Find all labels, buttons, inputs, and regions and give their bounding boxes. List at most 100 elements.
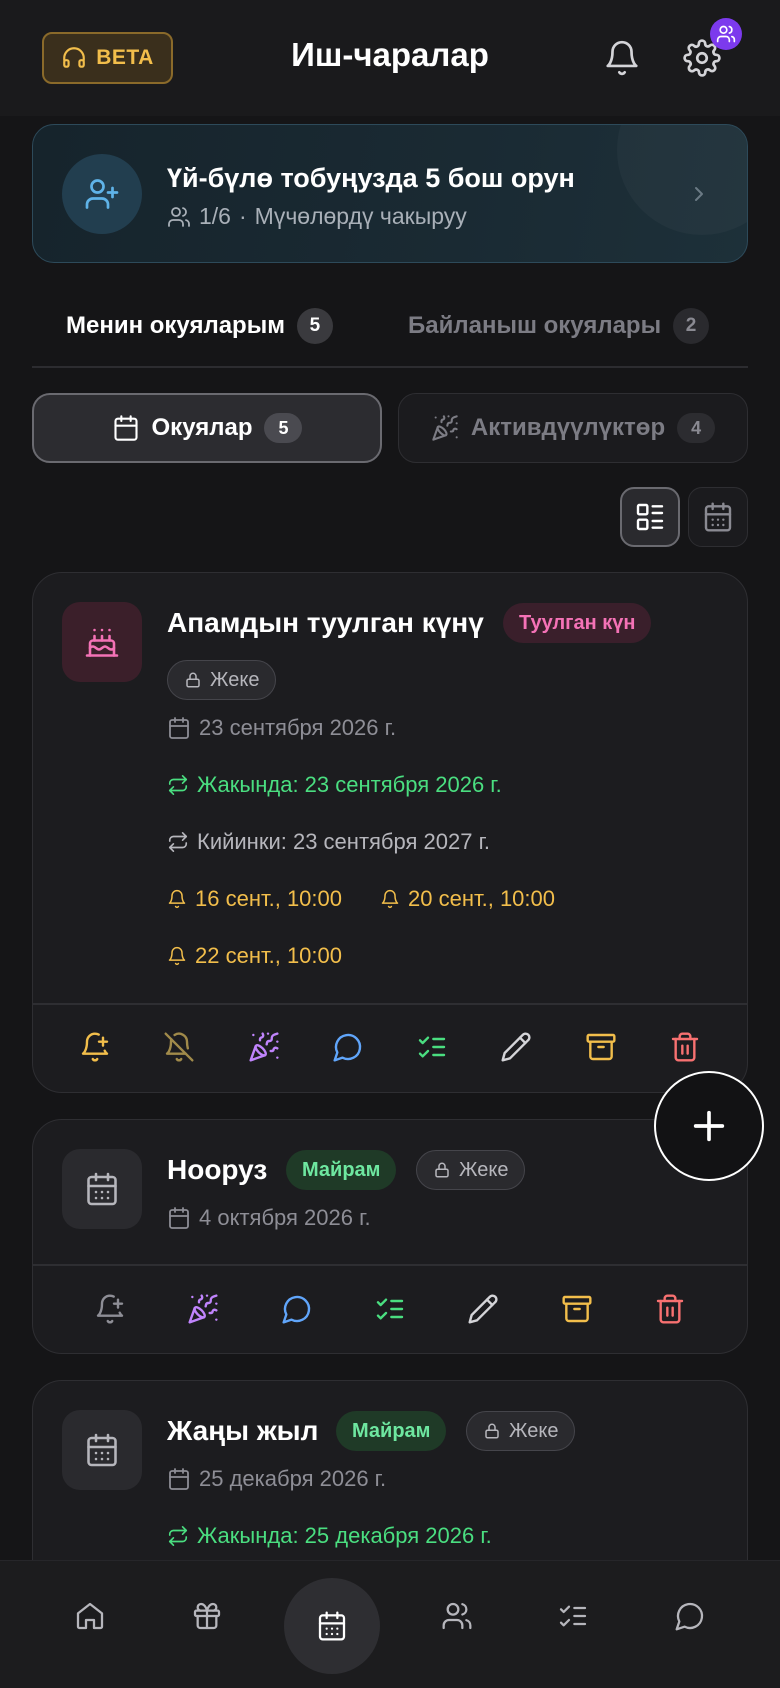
banner-decoration [617, 125, 747, 235]
mute-button[interactable] [155, 1023, 203, 1071]
add-reminder-button[interactable] [86, 1285, 134, 1333]
chevron-right-icon [687, 182, 711, 206]
event-card[interactable]: Нооруз Майрам Жеке 4 октября 2026 г. [32, 1119, 748, 1354]
tab-label: Менин окуяларым [66, 312, 285, 339]
lock-icon [433, 1161, 451, 1179]
member-count: 1/6 [199, 203, 231, 229]
comment-icon [332, 1031, 364, 1063]
event-source-tabs: Менин окуяларым 5 Байланыш окуялары 2 [32, 300, 748, 368]
calendar-icon [112, 414, 140, 442]
bottom-navigation [0, 1560, 780, 1688]
cake-icon [84, 624, 120, 660]
bell-icon [380, 889, 400, 909]
add-event-button[interactable] [654, 1071, 764, 1181]
segment-activities[interactable]: Активдүүлүктөр 4 [398, 393, 748, 463]
family-invite-banner[interactable]: Үй-бүлө тобуңузда 5 бош орун 1/6 · Мүчөл… [32, 124, 748, 263]
category-label: Майрам [352, 1419, 431, 1442]
nav-events[interactable] [284, 1578, 380, 1674]
list-view-icon [634, 501, 666, 533]
segment-events[interactable]: Окуялар 5 [32, 393, 382, 463]
comment-button[interactable] [273, 1285, 321, 1333]
event-title: Нооруз [167, 1154, 268, 1185]
upcoming-text: Жакында: 25 декабря 2026 г. [197, 1523, 492, 1548]
tab-count: 5 [296, 308, 333, 344]
upcoming-date: Жакында: 23 сентября 2026 г. [167, 772, 502, 798]
user-plus-icon [84, 176, 120, 212]
bell-off-icon [163, 1031, 195, 1063]
list-view-button[interactable] [620, 487, 680, 547]
edit-button[interactable] [492, 1023, 540, 1071]
nav-contacts[interactable] [422, 1581, 492, 1651]
segment-label: Активдүүлүктөр [470, 414, 666, 441]
reminder-text: 16 сент., 10:00 [195, 886, 342, 911]
delete-button[interactable] [661, 1023, 709, 1071]
category-label: Туулган күн [519, 611, 636, 634]
segment-label: Окуялар [151, 414, 253, 441]
event-date: 25 декабря 2026 г. [167, 1466, 386, 1492]
archive-button[interactable] [553, 1285, 601, 1333]
segment-count: 4 [677, 413, 716, 443]
comment-button[interactable] [324, 1023, 372, 1071]
card-actions [33, 1285, 747, 1333]
lock-icon [184, 671, 202, 689]
family-slots-title: Үй-бүлө тобуңузда 5 бош орун [167, 163, 575, 193]
calendar-view-button[interactable] [688, 487, 748, 547]
delete-button[interactable] [646, 1285, 694, 1333]
archive-button[interactable] [577, 1023, 625, 1071]
tab-my-events[interactable]: Менин окуяларым 5 [66, 308, 333, 344]
upcoming-date: Жакында: 25 декабря 2026 г. [167, 1523, 492, 1549]
bell-plus-icon [79, 1031, 111, 1063]
next-text: Кийинки: 23 сентября 2027 г. [197, 829, 491, 854]
event-icon-wrap [62, 1410, 142, 1490]
users-icon [167, 205, 191, 229]
calendar-icon [167, 716, 191, 740]
privacy-label: Жеке [210, 668, 260, 691]
page-title: Иш-чаралар [291, 36, 489, 73]
reminder: 16 сент., 10:00 [167, 886, 342, 912]
repeat-icon [167, 774, 189, 796]
checklist-button[interactable] [366, 1285, 414, 1333]
celebrate-button[interactable] [179, 1285, 227, 1333]
next-date: Кийинки: 23 сентября 2027 г. [167, 829, 490, 855]
bell-plus-icon [94, 1293, 126, 1325]
separator-dot: · [238, 203, 247, 229]
privacy-label: Жеке [509, 1419, 559, 1442]
nav-gifts[interactable] [172, 1581, 242, 1651]
party-popper-icon [187, 1293, 219, 1325]
reminder-text: 22 сент., 10:00 [195, 943, 342, 968]
celebrate-button[interactable] [240, 1023, 288, 1071]
privacy-badge: Жеке [416, 1150, 526, 1190]
top-header: BETA Иш-чаралар [0, 0, 780, 116]
checklist-button[interactable] [408, 1023, 456, 1071]
nav-chat[interactable] [655, 1581, 725, 1651]
gift-icon [191, 1600, 223, 1632]
tab-contact-events[interactable]: Байланыш окуялары 2 [408, 308, 710, 344]
notifications-button[interactable] [600, 36, 644, 80]
segment-count: 5 [264, 413, 303, 443]
edit-button[interactable] [459, 1285, 507, 1333]
add-reminder-button[interactable] [71, 1023, 119, 1071]
plus-icon [689, 1106, 729, 1146]
archive-icon [561, 1293, 593, 1325]
nav-tasks[interactable] [538, 1581, 608, 1651]
bell-icon [167, 889, 187, 909]
event-card[interactable]: Апамдын туулган күнү Туулган күн Жеке 23… [32, 572, 748, 1093]
family-avatar-badge[interactable] [710, 18, 742, 50]
reminder: 22 сент., 10:00 [167, 943, 342, 969]
repeat-icon [167, 1525, 189, 1547]
nav-home[interactable] [55, 1581, 125, 1651]
upcoming-text: Жакында: 23 сентября 2026 г. [197, 772, 502, 797]
privacy-label: Жеке [459, 1158, 509, 1181]
checklist-icon [416, 1031, 448, 1063]
category-label: Майрам [302, 1158, 381, 1181]
category-badge: Майрам [286, 1150, 397, 1190]
home-icon [74, 1600, 106, 1632]
trash-icon [654, 1293, 686, 1325]
party-popper-icon [248, 1031, 280, 1063]
archive-icon [585, 1031, 617, 1063]
calendar-icon [84, 1432, 120, 1468]
card-divider [33, 1003, 747, 1005]
user-plus-icon-wrap [62, 154, 142, 234]
reminder-text: 20 сент., 10:00 [408, 886, 555, 911]
comment-icon [281, 1293, 313, 1325]
